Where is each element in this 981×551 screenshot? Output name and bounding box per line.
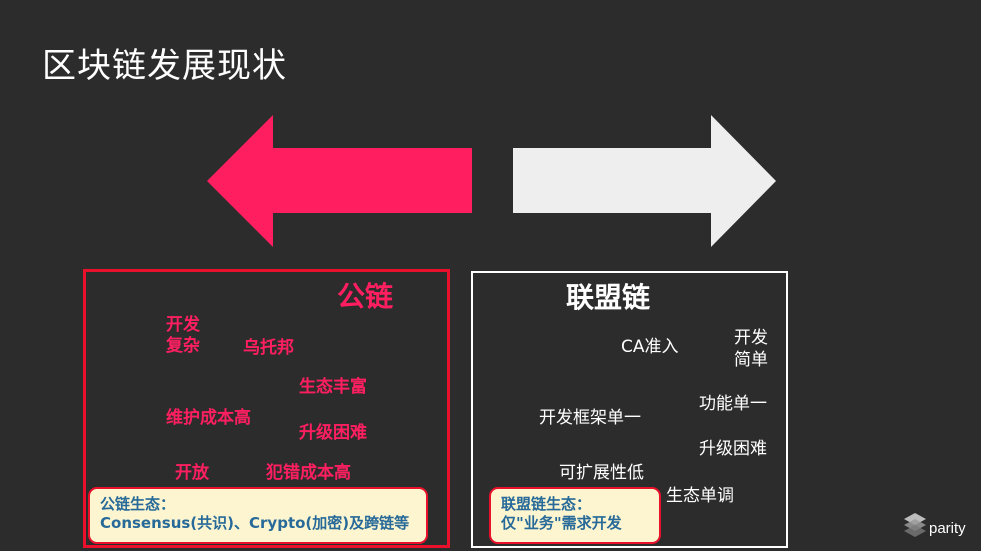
public-item-utopia: 乌托邦 — [243, 338, 294, 358]
consortium-item-simple-dev: 开发 简单 — [734, 328, 768, 370]
public-item-rich-ecosystem: 生态丰富 — [299, 377, 367, 397]
consortium-item-ca-access: CA准入 — [621, 337, 679, 357]
public-note-line2: Consensus(共识)、Crypto(加密)及跨链等 — [100, 514, 410, 532]
arrow-right-icon — [513, 115, 776, 247]
public-note-line1: 公链生态： — [100, 495, 176, 513]
public-item-high-error-cost: 犯错成本高 — [266, 463, 351, 483]
public-item-high-maintenance: 维护成本高 — [166, 408, 251, 428]
consortium-item-monotonous-ecosystem: 生态单调 — [666, 486, 734, 506]
consortium-note-line2: 仅"业务"需求开发 — [501, 514, 622, 532]
public-chain-note: 公链生态： Consensus(共识)、Crypto(加密)及跨链等 — [88, 487, 428, 544]
consortium-note-line1: 联盟链生态： — [501, 495, 592, 513]
consortium-item-single-framework: 开发框架单一 — [539, 408, 641, 428]
slide-title: 区块链发展现状 — [42, 46, 287, 86]
public-item-open: 开放 — [175, 463, 209, 483]
public-item-complex-dev: 开发 复杂 — [166, 315, 200, 356]
consortium-chain-note: 联盟链生态： 仅"业务"需求开发 — [489, 487, 661, 544]
public-chain-heading: 公链 — [337, 280, 394, 313]
arrow-left-icon — [207, 115, 472, 247]
consortium-item-hard-upgrade: 升级困难 — [699, 439, 767, 459]
parity-logo-icon — [904, 513, 926, 537]
public-item-hard-upgrade: 升级困难 — [299, 423, 367, 443]
consortium-item-low-scalability: 可扩展性低 — [559, 463, 644, 483]
consortium-item-single-function: 功能单一 — [699, 394, 767, 414]
parity-logo-text: parity — [929, 520, 966, 537]
consortium-chain-heading: 联盟链 — [566, 281, 651, 314]
